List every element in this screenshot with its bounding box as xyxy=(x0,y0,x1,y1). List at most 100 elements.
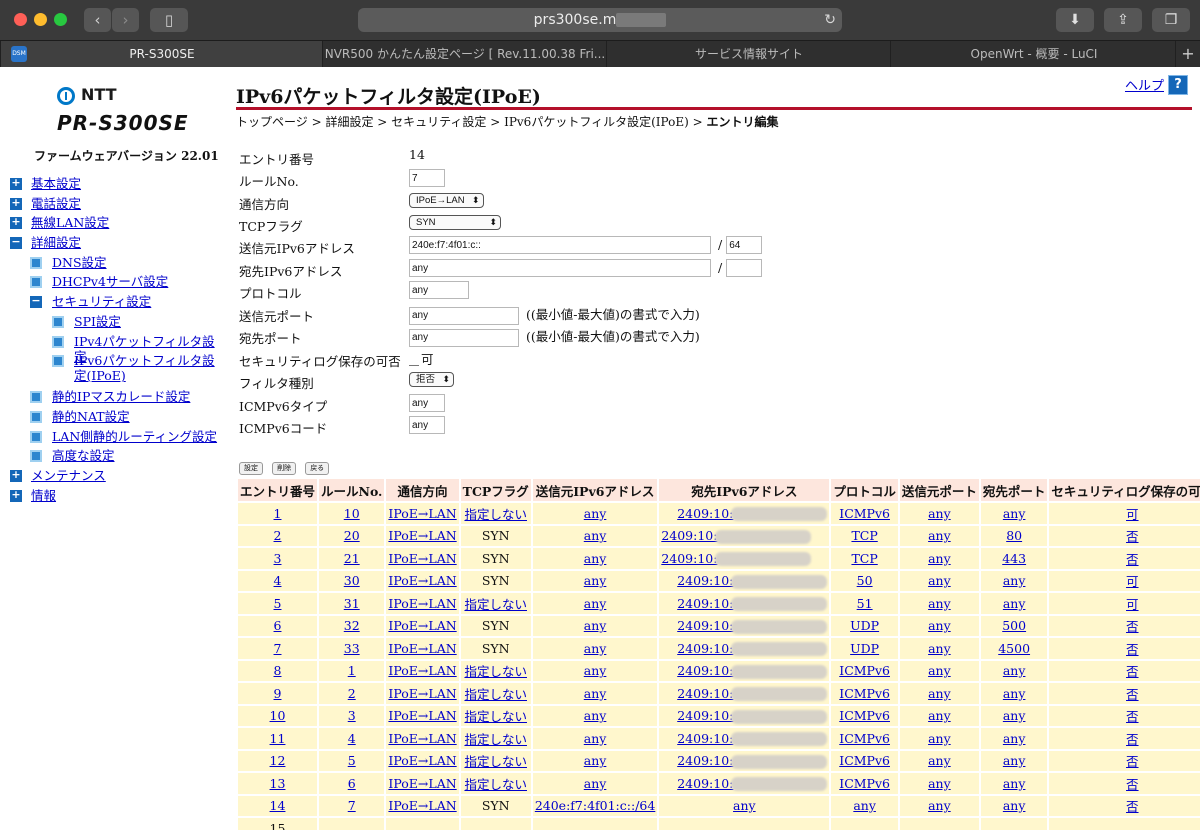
cell-link[interactable]: any xyxy=(584,618,607,633)
cell-link[interactable]: 否 xyxy=(1126,777,1139,792)
help-link[interactable]: ヘルプ xyxy=(1125,75,1164,94)
cell-link[interactable]: TCP xyxy=(851,528,877,543)
cell-link[interactable]: ICMPv6 xyxy=(839,663,890,678)
cell-link[interactable]: any xyxy=(584,731,607,746)
cell-link[interactable]: any xyxy=(928,708,951,723)
sidebar-item-wireless[interactable]: + 無線LAN設定 xyxy=(10,213,225,233)
cell-link[interactable]: UDP xyxy=(850,618,879,633)
cell-link[interactable]: any xyxy=(1003,753,1026,768)
sidebar-item-spi[interactable]: SPI設定 xyxy=(10,312,225,332)
cell-link[interactable]: any xyxy=(733,798,756,813)
cell-link[interactable]: 否 xyxy=(1126,552,1139,567)
cell-link[interactable]: 2409:10: xyxy=(677,686,733,701)
cell-link[interactable]: any xyxy=(928,731,951,746)
cell-link[interactable]: 6 xyxy=(274,618,282,633)
sidebar-link[interactable]: SPI設定 xyxy=(74,314,224,329)
src-port-input[interactable] xyxy=(409,306,519,325)
cell-link[interactable]: ICMPv6 xyxy=(839,731,890,746)
sidebar-link[interactable]: 静的NAT設定 xyxy=(52,407,130,427)
minus-icon[interactable]: − xyxy=(10,236,22,250)
cell-link[interactable]: any xyxy=(928,753,951,768)
new-tab-button[interactable]: + xyxy=(1175,41,1200,67)
cell-link[interactable]: 7 xyxy=(274,641,282,656)
cell-link[interactable]: IPoE→LAN xyxy=(388,618,456,633)
dst-addr-input[interactable] xyxy=(409,259,711,277)
cell-link[interactable]: any xyxy=(928,663,951,678)
address-bar[interactable]: prs300se.m ↻ xyxy=(358,8,842,32)
cell-link[interactable]: ICMPv6 xyxy=(839,506,890,521)
cell-link[interactable]: 2409:10: xyxy=(677,506,733,521)
downloads-button[interactable]: ⬇ xyxy=(1056,8,1094,32)
zoom-window-button[interactable] xyxy=(54,13,67,26)
cell-link[interactable]: IPoE→LAN xyxy=(388,798,456,813)
rule-no-input[interactable] xyxy=(409,169,445,187)
cell-link[interactable]: any xyxy=(928,528,951,543)
cell-link[interactable]: 5 xyxy=(274,596,282,611)
sidebar-link[interactable]: 情報 xyxy=(31,486,56,506)
cell-link[interactable]: 30 xyxy=(344,573,360,588)
sidebar-link[interactable]: IPv6パケットフィルタ設定(IPoE) xyxy=(74,353,224,383)
cell-link[interactable]: 8 xyxy=(274,663,282,678)
direction-select[interactable]: IPoE→LAN xyxy=(409,193,484,208)
cell-link[interactable]: 11 xyxy=(270,731,286,746)
cell-link[interactable]: 443 xyxy=(1002,551,1026,566)
icmp-type-input[interactable] xyxy=(409,394,445,412)
sidebar-item-static-nat[interactable]: 静的NAT設定 xyxy=(10,407,225,427)
cell-link[interactable]: any xyxy=(1003,596,1026,611)
cell-link[interactable]: any xyxy=(584,596,607,611)
sidebar-item-ip-masquerade[interactable]: 静的IPマスカレード設定 xyxy=(10,387,225,407)
cell-link[interactable]: any xyxy=(584,506,607,521)
sidebar-link[interactable]: DNS設定 xyxy=(52,253,107,273)
cell-link[interactable]: any xyxy=(584,776,607,791)
forward-button[interactable]: › xyxy=(112,8,139,32)
cell-link[interactable]: 否 xyxy=(1126,732,1139,747)
cell-link[interactable]: 20 xyxy=(344,528,360,543)
cell-link[interactable]: any xyxy=(584,551,607,566)
cell-link[interactable]: IPoE→LAN xyxy=(388,641,456,656)
sidebar-item-advanced-settings[interactable]: 高度な設定 xyxy=(10,446,225,466)
dst-prefix-input[interactable] xyxy=(726,259,763,277)
cell-link[interactable]: any xyxy=(928,618,951,633)
cell-link[interactable]: any xyxy=(584,528,607,543)
cell-link[interactable]: 10 xyxy=(344,506,360,521)
cell-link[interactable]: 500 xyxy=(1002,618,1026,633)
back-button[interactable]: ‹ xyxy=(84,8,111,32)
cell-link[interactable]: 14 xyxy=(270,798,286,813)
protocol-input[interactable] xyxy=(409,281,469,299)
sidebar-link[interactable]: LAN側静的ルーティング設定 xyxy=(52,427,217,447)
cell-link[interactable]: 4 xyxy=(274,573,282,588)
sidebar-link[interactable]: 高度な設定 xyxy=(52,446,115,466)
src-addr-input[interactable] xyxy=(409,236,711,254)
cell-link[interactable]: any xyxy=(928,506,951,521)
cell-link[interactable]: any xyxy=(1003,663,1026,678)
cell-link[interactable]: any xyxy=(584,708,607,723)
sidebar-link[interactable]: 静的IPマスカレード設定 xyxy=(52,387,190,407)
cell-link[interactable]: IPoE→LAN xyxy=(388,663,456,678)
cell-link[interactable]: IPoE→LAN xyxy=(388,528,456,543)
cell-link[interactable]: any xyxy=(1003,573,1026,588)
cell-link[interactable]: 2409:10: xyxy=(677,596,733,611)
help-icon[interactable]: ? xyxy=(1168,75,1188,95)
cell-link[interactable]: 12 xyxy=(270,753,286,768)
filter-type-select[interactable]: 拒否 xyxy=(409,372,455,387)
delete-button[interactable]: 削除 xyxy=(272,462,297,475)
sidebar-item-dns[interactable]: DNS設定 xyxy=(10,253,225,273)
cell-link[interactable]: ICMPv6 xyxy=(839,686,890,701)
sidebar-item-phone[interactable]: + 電話設定 xyxy=(10,194,225,214)
sidebar-link[interactable]: 詳細設定 xyxy=(31,233,81,253)
cell-link[interactable]: any xyxy=(584,663,607,678)
cell-link[interactable]: any xyxy=(928,776,951,791)
sidebar-item-basic[interactable]: + 基本設定 xyxy=(10,174,225,194)
cell-link[interactable]: 1 xyxy=(274,506,282,521)
cell-link[interactable]: 指定しない xyxy=(464,709,527,724)
sidebar-item-advanced[interactable]: − 詳細設定 xyxy=(10,233,225,253)
reload-icon[interactable]: ↻ xyxy=(824,8,836,32)
sidebar-item-ipv4-filter[interactable]: IPv4パケットフィルタ設定 xyxy=(10,332,225,364)
sidebar-link[interactable]: メンテナンス xyxy=(31,466,106,486)
cell-link[interactable]: IPoE→LAN xyxy=(388,551,456,566)
cell-link[interactable]: 可 xyxy=(1126,597,1139,612)
cell-link[interactable]: 指定しない xyxy=(464,664,527,679)
cell-link[interactable]: any xyxy=(928,551,951,566)
sidebar-link[interactable]: 無線LAN設定 xyxy=(31,213,109,233)
cell-link[interactable]: IPoE→LAN xyxy=(388,708,456,723)
